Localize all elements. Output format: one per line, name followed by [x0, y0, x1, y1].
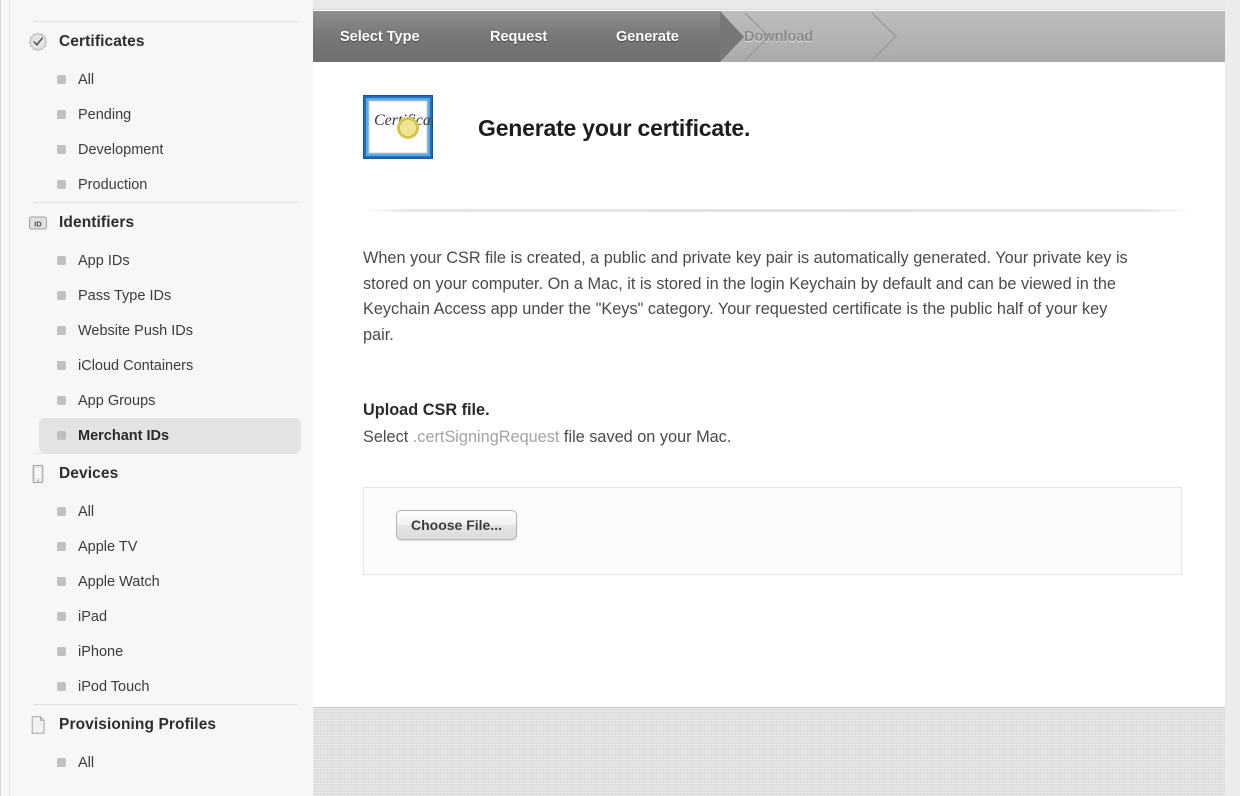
- sidebar-item-label: All: [78, 754, 95, 771]
- page-footer: [313, 707, 1225, 796]
- sidebar-item-label: All: [78, 503, 95, 520]
- csr-extension-text: .certSigningRequest: [412, 428, 560, 446]
- page-title: Generate your certificate.: [478, 115, 751, 141]
- breadcrumb-step-label: Download: [744, 28, 814, 45]
- document-page-icon: [28, 715, 48, 735]
- sidebar-item-label: App IDs: [78, 252, 130, 269]
- bullet-icon: [57, 110, 66, 119]
- content-panel: Select Type Request Generate Download Ge…: [313, 0, 1240, 796]
- upload-section-title: Upload CSR file.: [363, 401, 490, 419]
- breadcrumb-step-label: Request: [490, 28, 548, 45]
- sidebar-item-website-push-ids[interactable]: Website Push IDs: [39, 313, 301, 348]
- breadcrumb-step-request[interactable]: Request: [490, 11, 547, 62]
- breadcrumb-chevron-icon: [869, 11, 903, 62]
- sidebar-nav-list: Certificates All Pending Development Product…: [10, 21, 313, 780]
- sidebar-item-pass-type-ids[interactable]: Pass Type IDs: [39, 278, 301, 313]
- sidebar-group-provisioning-profiles[interactable]: Provisioning Profiles: [10, 705, 313, 745]
- upload-section-subtitle: Select .certSigningRequest file saved on…: [363, 428, 731, 447]
- bullet-icon: [57, 326, 66, 335]
- content-surface: Select Type Request Generate Download Ge…: [313, 0, 1225, 796]
- sidebar-group-title: Provisioning Profiles: [59, 716, 217, 733]
- breadcrumb-step-label: Select Type: [340, 28, 420, 45]
- bullet-icon: [57, 431, 66, 440]
- sidebar-item-label: Merchant IDs: [78, 427, 170, 444]
- bullet-icon: [57, 256, 66, 265]
- sidebar-item-icloud-containers[interactable]: iCloud Containers: [39, 348, 301, 383]
- sidebar-item-label: Pass Type IDs: [78, 287, 172, 304]
- sidebar-item-ipad[interactable]: iPad: [39, 599, 301, 634]
- bullet-icon: [57, 75, 66, 84]
- divider: [363, 209, 1193, 212]
- sidebar-item-label: Apple Watch: [78, 573, 160, 590]
- breadcrumb-step-label: Generate: [616, 28, 679, 45]
- intro-paragraph: When your CSR file is created, a public …: [363, 249, 1128, 344]
- sidebar-group-title: Certificates: [59, 33, 145, 50]
- right-edge-strip: [1225, 0, 1240, 796]
- choose-file-button[interactable]: Choose File...: [396, 510, 518, 540]
- bullet-icon: [57, 145, 66, 154]
- bullet-icon: [57, 612, 66, 621]
- sidebar-item-label: iPhone: [78, 643, 124, 660]
- sidebar-item-app-groups[interactable]: App Groups: [39, 383, 301, 418]
- sidebar-group-devices[interactable]: Devices: [10, 454, 313, 494]
- bullet-icon: [57, 396, 66, 405]
- sidebar-group-title: Identifiers: [59, 214, 135, 231]
- bullet-icon: [57, 647, 66, 656]
- bullet-icon: [57, 291, 66, 300]
- sidebar-item-label: Development: [78, 141, 164, 158]
- bullet-icon: [57, 682, 66, 691]
- breadcrumb: Select Type Request Generate Download: [313, 11, 1225, 62]
- sidebar-group-identifiers[interactable]: ID Identifiers: [10, 203, 313, 243]
- sidebar-item-all[interactable]: All: [39, 745, 301, 780]
- certificate-document-icon: Certificate: [363, 95, 442, 159]
- upload-dropzone[interactable]: Choose File...: [363, 487, 1182, 575]
- bullet-icon: [57, 758, 66, 767]
- sidebar-item-iphone[interactable]: iPhone: [39, 634, 301, 669]
- bullet-icon: [57, 180, 66, 189]
- main-body: Certificate Generate your certificate. W…: [313, 62, 1225, 707]
- bullet-icon: [57, 542, 66, 551]
- sidebar-item-label: App Groups: [78, 392, 156, 409]
- upload-sub-prefix: Select: [363, 428, 413, 446]
- sidebar-item-app-ids[interactable]: App IDs: [39, 243, 301, 278]
- sidebar-item-apple-watch[interactable]: Apple Watch: [39, 564, 301, 599]
- sidebar-item-label: iPod Touch: [78, 678, 150, 695]
- sidebar-item-all[interactable]: All: [39, 494, 301, 529]
- sidebar-group-certificates[interactable]: Certificates: [10, 22, 313, 62]
- sidebar-item-label: Production: [78, 176, 148, 193]
- breadcrumb-step-download: Download: [744, 11, 813, 62]
- sidebar-item-label: All: [78, 71, 95, 88]
- sidebar-item-pending[interactable]: Pending: [39, 97, 301, 132]
- sidebar-item-apple-tv[interactable]: Apple TV: [39, 529, 301, 564]
- sidebar-item-label: Website Push IDs: [78, 322, 193, 339]
- sidebar-item-production[interactable]: Production: [39, 167, 301, 202]
- bullet-icon: [57, 577, 66, 586]
- sidebar-item-merchant-ids[interactable]: Merchant IDs: [39, 418, 301, 453]
- sidebar-item-all[interactable]: All: [39, 62, 301, 97]
- upload-sub-suffix: file saved on your Mac.: [559, 428, 732, 446]
- sidebar-group-title: Devices: [59, 465, 119, 482]
- sidebar-item-label: iCloud Containers: [78, 357, 194, 374]
- sidebar-item-label: Pending: [78, 106, 132, 123]
- window-top-strip: [313, 0, 1225, 10]
- device-phone-icon: [28, 464, 48, 484]
- sidebar-inner: Certificates All Pending Development Product…: [9, 0, 313, 796]
- sidebar-item-development[interactable]: Development: [39, 132, 301, 167]
- app-root: Certificates All Pending Development Product…: [0, 0, 1240, 796]
- bullet-icon: [57, 361, 66, 370]
- breadcrumb-step-generate[interactable]: Generate: [616, 11, 679, 62]
- sidebar: Certificates All Pending Development Product…: [0, 0, 313, 796]
- bullet-icon: [57, 507, 66, 516]
- id-badge-icon: ID: [28, 213, 48, 233]
- breadcrumb-step-select-type[interactable]: Select Type: [340, 11, 420, 62]
- sidebar-item-label: iPad: [78, 608, 108, 625]
- certificate-badge-icon: [28, 32, 48, 52]
- breadcrumb-active-arrow-icon: [720, 11, 744, 62]
- svg-text:ID: ID: [34, 219, 42, 228]
- sidebar-item-ipod-touch[interactable]: iPod Touch: [39, 669, 301, 704]
- sidebar-item-label: Apple TV: [78, 538, 138, 555]
